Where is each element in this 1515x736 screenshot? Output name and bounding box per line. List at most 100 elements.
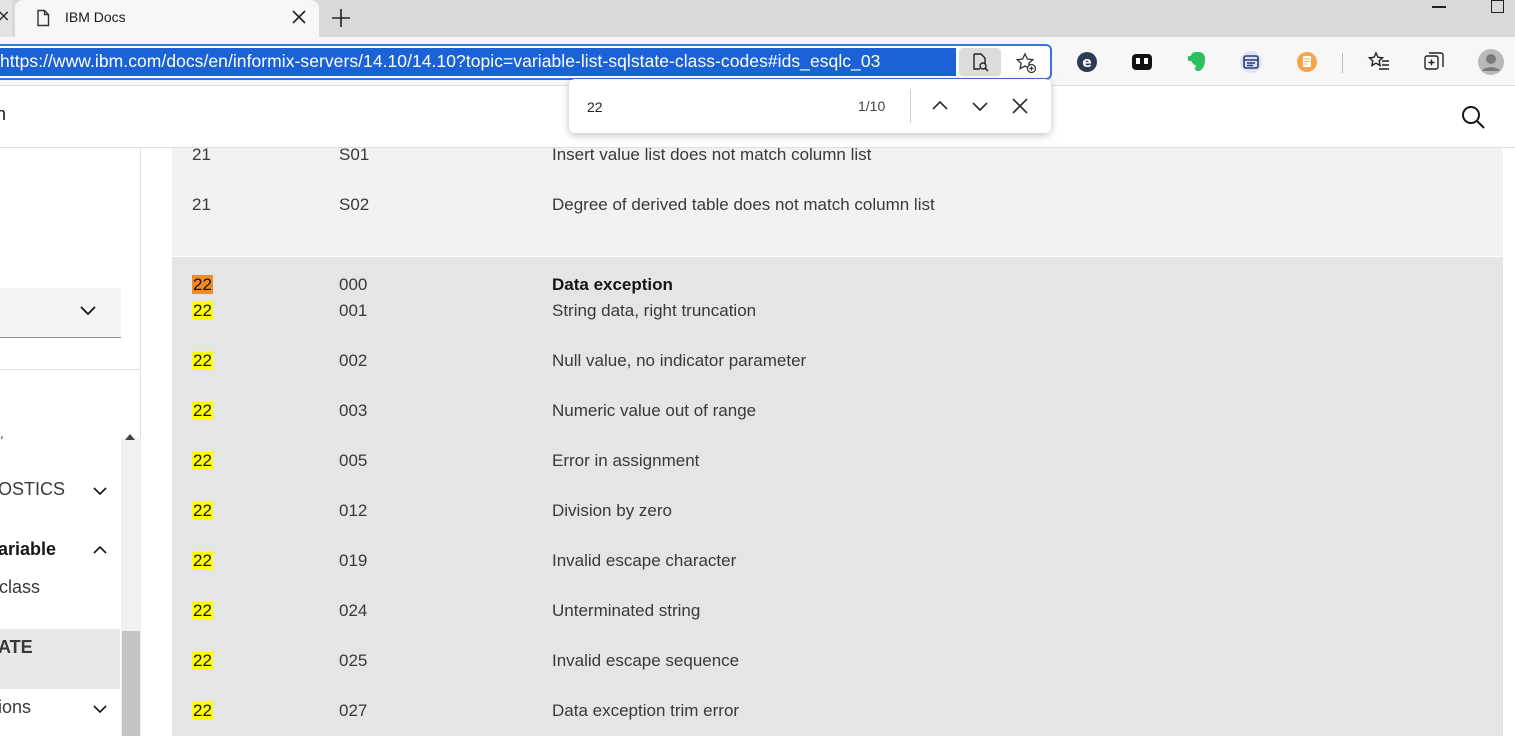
cell-subclass: 025 <box>339 651 368 670</box>
previous-tab[interactable]: × <box>0 0 12 37</box>
search-highlight: 22 <box>192 551 213 570</box>
cell-class: 21 <box>192 195 211 215</box>
scroll-up-icon[interactable] <box>125 434 135 440</box>
cell-meaning: Numeric value out of range <box>552 401 757 420</box>
new-tab-icon[interactable] <box>330 7 352 29</box>
sidebar-item-options[interactable]: ions <box>0 697 31 718</box>
cell-class: 22 <box>192 401 213 421</box>
cell-subclass: 019 <box>339 551 368 570</box>
collections-icon[interactable] <box>1422 50 1446 74</box>
cell-meaning: Data exception <box>552 275 673 294</box>
toc-sidebar: ‘ OSTICS ariable class ATE ions <box>0 148 141 736</box>
find-in-page-icon <box>973 53 989 72</box>
add-favorite-button[interactable] <box>1004 48 1046 76</box>
active-tab[interactable]: IBM Docs <box>15 0 319 37</box>
tab-title: IBM Docs <box>65 9 126 25</box>
close-icon[interactable]: × <box>0 6 10 25</box>
chevron-down-icon <box>80 306 96 316</box>
favorites-icon[interactable] <box>1367 50 1391 74</box>
address-bar[interactable]: https://www.ibm.com/docs/en/informix-ser… <box>0 44 1052 80</box>
cell-subclass: 002 <box>339 351 368 370</box>
sidebar-divider <box>0 369 141 370</box>
find-on-page-button[interactable] <box>959 48 1001 76</box>
close-icon[interactable] <box>1008 94 1032 118</box>
chevron-down-icon[interactable] <box>968 94 992 118</box>
cell-class: 22 <box>192 501 213 521</box>
cell-class: 22 <box>192 651 213 671</box>
cell-text: 21 <box>192 145 211 164</box>
extension-e-icon[interactable]: e <box>1075 50 1099 74</box>
sidebar-item-class[interactable]: class <box>0 577 40 598</box>
cell-meaning: Invalid escape character <box>552 551 737 570</box>
find-bar: 1/10 <box>569 79 1051 133</box>
cell-meaning: Null value, no indicator parameter <box>552 351 807 370</box>
cell-subclass: S01 <box>339 145 370 164</box>
document-icon <box>37 9 50 27</box>
cell-subclass: 012 <box>339 501 368 520</box>
url-text[interactable]: https://www.ibm.com/docs/en/informix-ser… <box>0 51 880 72</box>
sidebar-scroll-thumb[interactable] <box>122 631 140 736</box>
find-separator <box>910 89 911 123</box>
cell-class: 22 <box>192 551 213 571</box>
cell-subclass: 027 <box>339 701 368 720</box>
cell-subclass: 024 <box>339 601 368 620</box>
find-match-count: 1/10 <box>858 98 886 114</box>
cell-class: 21 <box>192 145 211 165</box>
search-highlight: 22 <box>192 275 213 294</box>
cell-class: 22 <box>192 351 213 371</box>
sidebar-item-variable[interactable]: ariable <box>0 539 56 560</box>
star-add-icon <box>1015 52 1037 74</box>
toolbar-separator <box>1342 53 1343 73</box>
cell-subclass: S02 <box>339 195 370 214</box>
chevron-up-icon[interactable] <box>92 545 108 555</box>
cell-subclass: 001 <box>339 301 368 320</box>
find-input[interactable] <box>587 96 837 118</box>
cell-class: 22 <box>192 451 213 471</box>
search-icon[interactable] <box>1460 104 1486 130</box>
sidebar-item-diagnostics[interactable]: OSTICS <box>0 479 65 500</box>
cell-meaning: String data, right truncation <box>552 301 757 320</box>
cell-class: 22 <box>192 301 213 321</box>
profile-avatar-icon[interactable] <box>1477 48 1505 76</box>
main-content <box>141 148 1515 736</box>
cell-subclass: 000 <box>339 275 368 294</box>
search-highlight: 22 <box>192 601 213 620</box>
search-highlight: 22 <box>192 651 213 670</box>
version-dropdown[interactable] <box>0 288 121 338</box>
cell-meaning: Insert value list does not match column … <box>552 145 872 164</box>
search-highlight: 22 <box>192 501 213 520</box>
extension-tab-icon[interactable] <box>1130 50 1154 74</box>
sidebar-item-sqlstate[interactable]: ATE <box>0 637 33 658</box>
cell-meaning: Unterminated string <box>552 601 701 620</box>
cell-meaning: Division by zero <box>552 501 672 520</box>
cell-class: 22 <box>192 601 213 621</box>
extension-orange-icon[interactable] <box>1295 50 1319 74</box>
cell-meaning: Data exception trim error <box>552 701 740 720</box>
close-icon[interactable] <box>289 7 309 27</box>
cell-class: 22 <box>192 275 213 295</box>
cell-meaning: Degree of derived table does not match c… <box>552 195 935 214</box>
search-highlight: 22 <box>192 401 213 420</box>
chevron-up-icon[interactable] <box>928 94 952 118</box>
chevron-down-icon[interactable] <box>92 704 108 714</box>
header-title[interactable]: n <box>0 104 6 125</box>
minimize-button[interactable] <box>1432 6 1446 8</box>
svg-text:e: e <box>1082 55 1092 71</box>
tree-line-icon: ‘ <box>0 434 4 448</box>
table-group-class-22 <box>172 257 1503 736</box>
chevron-down-icon[interactable] <box>92 486 108 496</box>
cell-text: 21 <box>192 195 211 214</box>
reading-list-extension-icon[interactable] <box>1239 50 1263 74</box>
cell-meaning: Error in assignment <box>552 451 700 470</box>
cell-subclass: 005 <box>339 451 368 470</box>
cell-subclass: 003 <box>339 401 368 420</box>
search-highlight: 22 <box>192 351 213 370</box>
search-highlight: 22 <box>192 701 213 720</box>
cell-meaning: Invalid escape sequence <box>552 651 740 670</box>
maximize-button[interactable] <box>1491 0 1504 13</box>
url-selection[interactable]: https://www.ibm.com/docs/en/informix-ser… <box>0 48 956 76</box>
cell-class: 22 <box>192 701 213 721</box>
evernote-icon[interactable] <box>1185 50 1209 74</box>
search-highlight: 22 <box>192 451 213 470</box>
tab-strip: × IBM Docs <box>0 0 1515 37</box>
